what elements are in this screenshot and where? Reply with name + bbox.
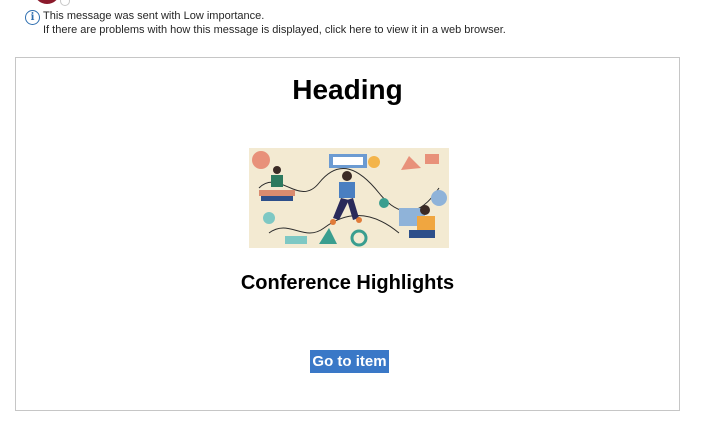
info-icon: i xyxy=(25,10,40,25)
importance-notice: This message was sent with Low importanc… xyxy=(43,10,265,22)
conference-illustration xyxy=(249,148,449,248)
email-body-card: Heading Conference Highlights Go to item xyxy=(15,57,680,411)
presence-dot xyxy=(60,0,70,6)
sender-avatar xyxy=(34,0,60,4)
go-to-item-button[interactable]: Go to item xyxy=(310,350,389,373)
view-in-browser-link[interactable]: If there are problems with how this mess… xyxy=(43,23,506,37)
email-heading: Heading xyxy=(292,74,403,105)
email-subtitle: Conference Highlights xyxy=(240,272,455,294)
